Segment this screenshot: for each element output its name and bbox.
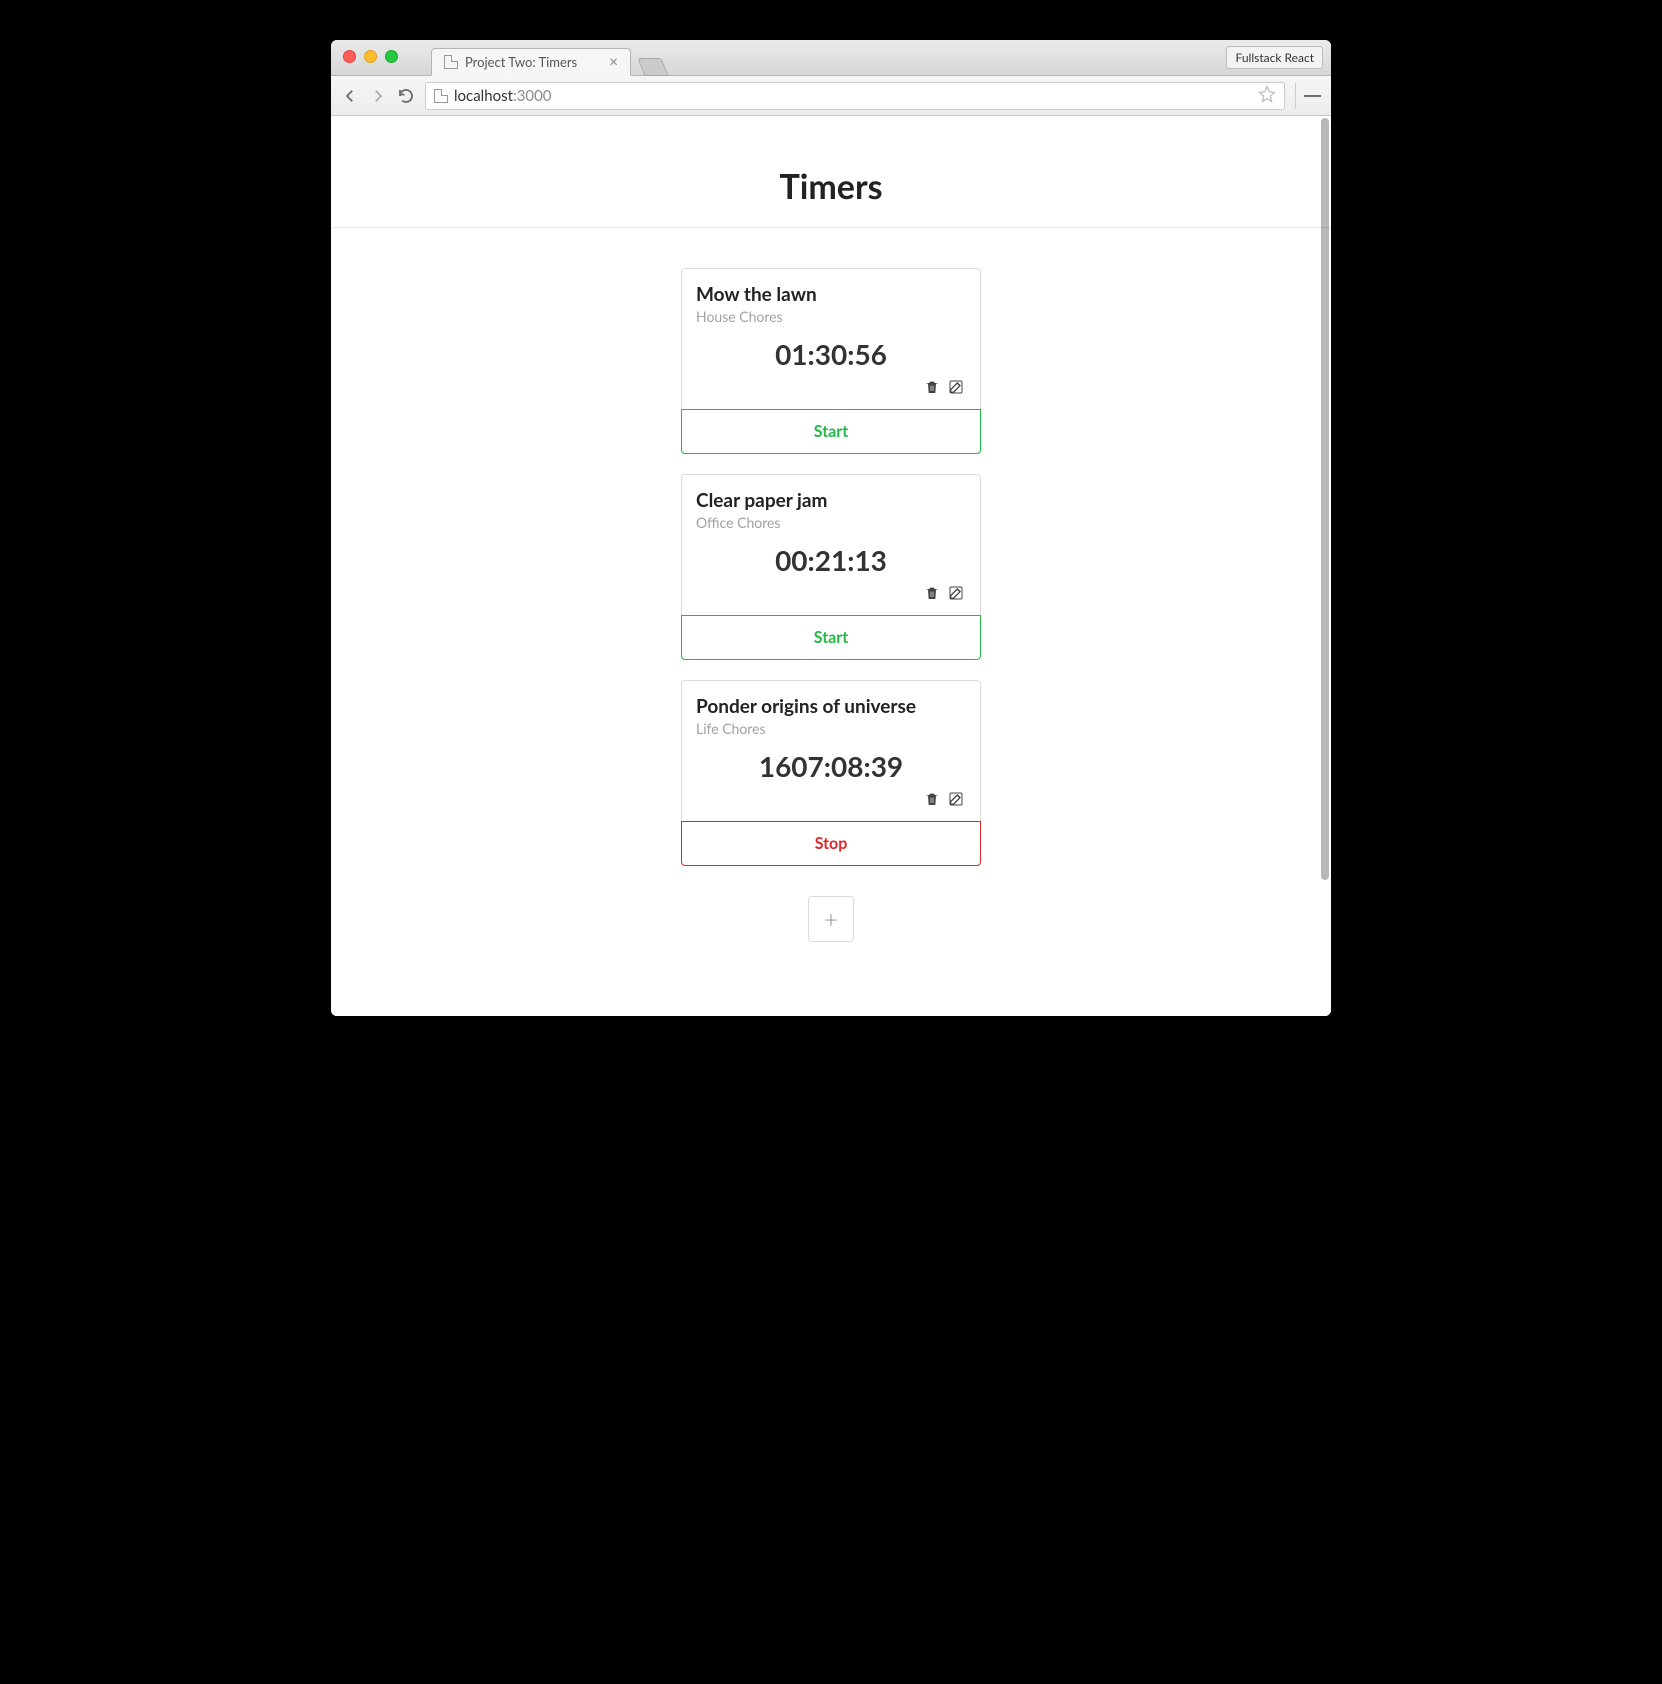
menu-button[interactable] [1295, 83, 1321, 109]
page-content: Timers Mow the lawn House Chores 01:30:56 S… [331, 116, 1331, 1016]
browser-window: Project Two: Timers × Fullstack React lo… [331, 40, 1331, 1016]
timer-elapsed: 1607:08:39 [696, 749, 966, 783]
browser-tab[interactable]: Project Two: Timers × [431, 48, 631, 76]
timer-title: Clear paper jam [696, 489, 966, 512]
edit-icon[interactable] [948, 379, 964, 399]
forward-button[interactable] [369, 87, 387, 105]
url-host: localhost [454, 87, 513, 105]
back-button[interactable] [341, 87, 359, 105]
plus-icon: + [824, 905, 838, 934]
trash-icon[interactable] [924, 791, 940, 811]
window-minimize-button[interactable] [364, 50, 377, 63]
close-tab-icon[interactable]: × [609, 55, 618, 70]
window-maximize-button[interactable] [385, 50, 398, 63]
start-button[interactable]: Start [681, 409, 981, 454]
timer-project: House Chores [696, 308, 966, 325]
timer-project: Life Chores [696, 720, 966, 737]
reload-button[interactable] [397, 87, 415, 105]
browser-titlebar: Project Two: Timers × Fullstack React [331, 40, 1331, 76]
scrollbar-thumb[interactable] [1321, 118, 1329, 880]
url-port: :3000 [513, 87, 552, 105]
window-close-button[interactable] [343, 50, 356, 63]
trash-icon[interactable] [924, 585, 940, 605]
timer-card: Clear paper jam Office Chores 00:21:13 Star… [681, 474, 981, 660]
timer-elapsed: 00:21:13 [696, 543, 966, 577]
extension-button[interactable]: Fullstack React [1226, 46, 1323, 69]
bookmark-star-icon[interactable] [1258, 85, 1276, 107]
start-button[interactable]: Start [681, 615, 981, 660]
stop-button[interactable]: Stop [681, 821, 981, 866]
address-bar[interactable]: localhost:3000 [425, 82, 1285, 110]
trash-icon[interactable] [924, 379, 940, 399]
browser-toolbar: localhost:3000 [331, 76, 1331, 116]
edit-icon[interactable] [948, 791, 964, 811]
timer-list: Mow the lawnHouse Chores01:30:56StartCle… [681, 268, 981, 866]
timer-card: Ponder origins of universe Life Chores 160… [681, 680, 981, 866]
timer-title: Ponder origins of universe [696, 695, 966, 718]
add-timer-button[interactable]: + [808, 896, 854, 942]
timer-card: Mow the lawn House Chores 01:30:56 Start [681, 268, 981, 454]
scrollbar[interactable] [1321, 118, 1329, 1014]
timer-elapsed: 01:30:56 [696, 337, 966, 371]
file-icon [444, 55, 458, 69]
file-icon [434, 89, 448, 103]
timer-title: Mow the lawn [696, 283, 966, 306]
page-title: Timers [331, 166, 1331, 207]
timer-project: Office Chores [696, 514, 966, 531]
tab-title: Project Two: Timers [465, 54, 577, 70]
page-header: Timers [331, 116, 1331, 228]
new-tab-button[interactable] [637, 58, 668, 76]
edit-icon[interactable] [948, 585, 964, 605]
window-controls [343, 50, 398, 63]
